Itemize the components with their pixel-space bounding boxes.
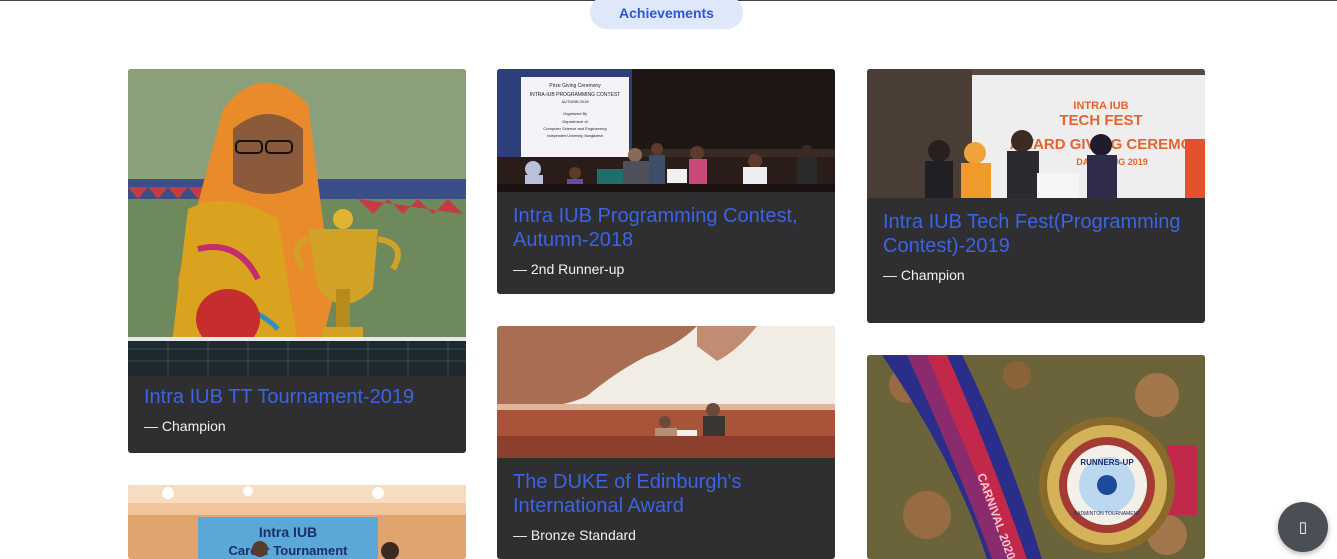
- banner-line: Prize Giving Ceremony: [549, 83, 601, 89]
- arrow-up-icon: ▯: [1298, 519, 1308, 536]
- card-subtitle: — Champion: [144, 418, 226, 434]
- achievement-card-programming-2018[interactable]: Prize Giving Ceremony INTRA-IUB PROGRAMM…: [497, 69, 835, 294]
- card-subtitle: — Bronze Standard: [513, 527, 636, 543]
- techfest-photo: INTRA IUB TECH FEST AWARD GIVING CEREMO …: [867, 69, 1205, 198]
- achievement-card-duke-award[interactable]: The DUKE of Edinburgh's International Aw…: [497, 326, 835, 559]
- duke-award-photo: [497, 326, 835, 458]
- banner-line: TECH FEST: [1059, 112, 1142, 129]
- card-title[interactable]: Intra IUB Programming Contest, Autumn-20…: [513, 204, 819, 252]
- banner-line: Intra IUB: [259, 524, 317, 540]
- achievement-card-tt[interactable]: Intra IUB TT Tournament-2019 — Champion: [128, 69, 466, 453]
- medal-text: RUNNERS-UP: [1080, 458, 1134, 467]
- card-title[interactable]: Intra IUB TT Tournament-2019: [144, 385, 450, 409]
- banner-line: INTRA IUB: [1073, 100, 1128, 112]
- achievement-card-career-tournament[interactable]: Intra IUB Career Tournament: [128, 485, 466, 559]
- banner-line: Department of: [562, 119, 588, 124]
- banner-line: Independent University, Bangladesh: [547, 134, 603, 138]
- card-title[interactable]: Intra IUB Tech Fest(Programming Contest)…: [883, 210, 1189, 258]
- card-subtitle: — 2nd Runner-up: [513, 261, 625, 277]
- banner-line: Career Tournament: [229, 543, 349, 558]
- achievement-card-badminton[interactable]: CARNIVAL 2020 RUNNERS-UP BADMINTON TOURN…: [867, 355, 1205, 559]
- card-title[interactable]: The DUKE of Edinburgh's International Aw…: [513, 470, 819, 518]
- banner-line: Organized By: [563, 111, 587, 116]
- scroll-to-top-button[interactable]: ▯: [1278, 502, 1328, 552]
- career-tournament-photo: Intra IUB Career Tournament: [128, 485, 466, 559]
- achievements-badge[interactable]: Achievements: [590, 0, 743, 29]
- banner-line: Computer Science and Engineering: [543, 126, 606, 131]
- achievement-card-techfest-2019[interactable]: INTRA IUB TECH FEST AWARD GIVING CEREMO …: [867, 69, 1205, 323]
- tt-tournament-photo: [128, 69, 466, 376]
- badminton-medal-photo: CARNIVAL 2020 RUNNERS-UP BADMINTON TOURN…: [867, 355, 1205, 559]
- programming-contest-photo: Prize Giving Ceremony INTRA-IUB PROGRAMM…: [497, 69, 835, 192]
- banner-line: AUTUMN 2018: [561, 99, 589, 104]
- banner-line: INTRA-IUB PROGRAMMING CONTEST: [530, 92, 621, 98]
- medal-text: BADMINTON TOURNAMENT: [1074, 511, 1140, 517]
- card-subtitle: — Champion: [883, 267, 965, 283]
